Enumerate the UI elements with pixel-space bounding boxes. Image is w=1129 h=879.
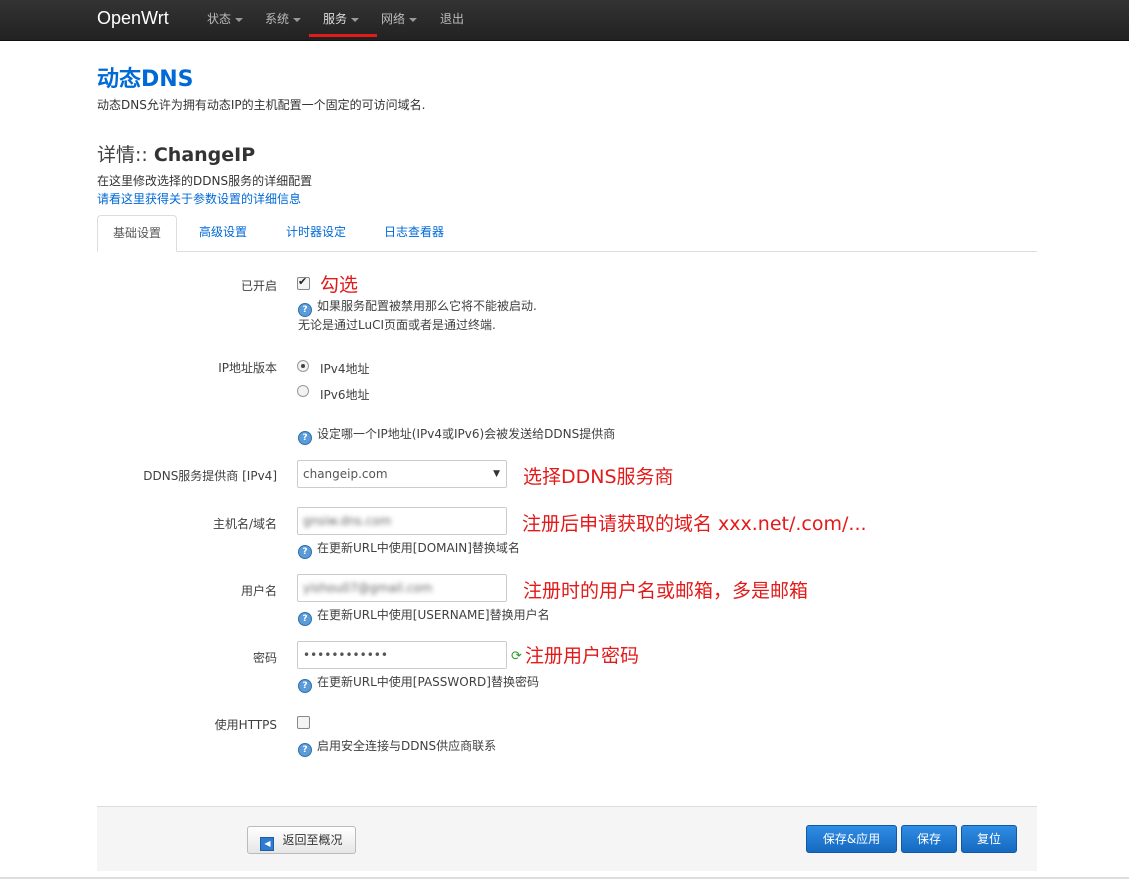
help-icon: ?: [298, 743, 312, 757]
save-apply-button[interactable]: 保存&应用: [806, 825, 897, 853]
help-link[interactable]: 请看这里获得关于参数设置的详细信息: [97, 190, 301, 207]
password-help-text: 在更新URL中使用[PASSWORD]替换密码: [317, 675, 539, 689]
nav-system-label: 系统: [265, 12, 290, 26]
back-to-overview-button[interactable]: ◀ 返回至概况: [247, 826, 356, 854]
nav-system[interactable]: 系统: [265, 0, 302, 40]
dropdown-arrow-icon: ▼: [493, 469, 500, 479]
password-input[interactable]: ••••••••••••: [297, 641, 507, 669]
chevron-down-icon: [351, 17, 360, 22]
annotation-provider: 选择DDNS服务商: [523, 466, 674, 488]
tab-timer[interactable]: 计时器设定: [271, 215, 361, 250]
ipv4-radio-label: IPv4地址: [320, 362, 370, 376]
hostname-input[interactable]: gnsiw.dns.com: [297, 507, 507, 535]
reveal-password-icon[interactable]: ⟳: [511, 650, 524, 663]
hostname-label: 主机名/域名: [212, 517, 277, 531]
back-arrow-icon: ◀: [260, 837, 275, 851]
annotation-password: 注册用户密码: [525, 645, 640, 667]
username-help-text: 在更新URL中使用[USERNAME]替换用户名: [317, 608, 550, 622]
password-input-value: ••••••••••••: [303, 648, 388, 662]
enabled-help-line2: 无论是通过LuCI页面或者是通过终端.: [298, 318, 496, 332]
chevron-down-icon: [235, 17, 244, 22]
back-button-label: 返回至概况: [282, 833, 343, 847]
brand-logo[interactable]: OpenWrt: [97, 8, 169, 29]
nav-logout[interactable]: 退出: [440, 0, 464, 40]
username-help: ? 在更新URL中使用[USERNAME]替换用户名: [298, 606, 550, 626]
password-help: ? 在更新URL中使用[PASSWORD]替换密码: [298, 673, 539, 693]
enabled-help-text: 如果服务配置被禁用那么它将不能被启动.: [317, 299, 537, 313]
tab-bar: 基础设置 高级设置 计时器设定 日志查看器: [97, 215, 1037, 252]
username-input[interactable]: yishou07@gmail.com: [297, 574, 507, 602]
provider-select[interactable]: changeip.com ▼: [297, 460, 507, 488]
nav-services-label: 服务: [323, 12, 348, 26]
hostname-input-value: gnsiw.dns.com: [303, 514, 392, 528]
nav-network[interactable]: 网络: [381, 0, 418, 40]
password-label: 密码: [252, 651, 277, 665]
username-input-value: yishou07@gmail.com: [303, 581, 433, 595]
nav-active-indicator: [309, 34, 377, 37]
annotation-username: 注册时的用户名或邮箱，多是邮箱: [523, 580, 809, 602]
hostname-help-text: 在更新URL中使用[DOMAIN]替换域名: [317, 541, 520, 555]
ip-version-help-text: 设定哪一个IP地址(IPv4或IPv6)会被发送给DDNS提供商: [317, 427, 616, 441]
page-description: 动态DNS允许为拥有动态IP的主机配置一个固定的可访问域名.: [97, 98, 426, 112]
https-checkbox[interactable]: [297, 716, 310, 729]
annotation-enabled: 勾选: [320, 274, 359, 296]
ipv4-radio[interactable]: [297, 360, 309, 372]
help-icon: ?: [298, 545, 312, 559]
form-footer: ◀ 返回至概况 保存&应用 保存 复位: [97, 806, 1037, 871]
nav-status-label: 状态: [207, 12, 232, 26]
https-help-text: 启用安全连接与DDNS供应商联系: [317, 739, 497, 753]
section-description: 在这里修改选择的DDNS服务的详细配置: [97, 174, 313, 188]
nav-network-label: 网络: [381, 12, 406, 26]
https-help: ? 启用安全连接与DDNS供应商联系: [298, 737, 496, 757]
help-icon: ?: [298, 612, 312, 626]
tab-log-viewer[interactable]: 日志查看器: [369, 215, 459, 250]
hostname-help: ? 在更新URL中使用[DOMAIN]替换域名: [298, 539, 520, 559]
page-title: 动态DNS: [97, 67, 194, 92]
section-title-name: ChangeIP: [153, 144, 256, 166]
ipv6-radio[interactable]: [297, 385, 309, 397]
tab-advanced[interactable]: 高级设置: [184, 215, 262, 250]
annotation-hostname: 注册后申请获取的域名 xxx.net/.com/...: [522, 513, 867, 535]
provider-label: DDNS服务提供商 [IPv4]: [143, 469, 277, 483]
ipv6-radio-label: IPv6地址: [320, 388, 370, 402]
section-title: 详情:: ChangeIP: [97, 140, 255, 167]
nav-status[interactable]: 状态: [207, 0, 244, 40]
chevron-down-icon: [409, 17, 418, 22]
help-icon: ?: [298, 431, 312, 445]
chevron-down-icon: [293, 17, 302, 22]
section-title-prefix: 详情::: [97, 144, 154, 166]
https-label: 使用HTTPS: [214, 718, 277, 732]
help-icon: ?: [298, 303, 312, 317]
tab-basic[interactable]: 基础设置: [97, 215, 178, 252]
enabled-checkbox[interactable]: [297, 275, 310, 290]
top-navbar: OpenWrt 状态 系统 服务 网络 退出: [0, 0, 1129, 41]
help-icon: ?: [298, 679, 312, 693]
username-label: 用户名: [240, 584, 277, 598]
reset-button[interactable]: 复位: [961, 825, 1017, 853]
enabled-help: ? 如果服务配置被禁用那么它将不能被启动.: [298, 297, 537, 317]
save-button[interactable]: 保存: [901, 825, 957, 853]
enabled-label: 已开启: [240, 279, 277, 293]
provider-select-value: changeip.com: [303, 467, 388, 481]
ip-version-label: IP地址版本: [218, 361, 277, 375]
ip-version-help: ? 设定哪一个IP地址(IPv4或IPv6)会被发送给DDNS提供商: [298, 425, 615, 445]
